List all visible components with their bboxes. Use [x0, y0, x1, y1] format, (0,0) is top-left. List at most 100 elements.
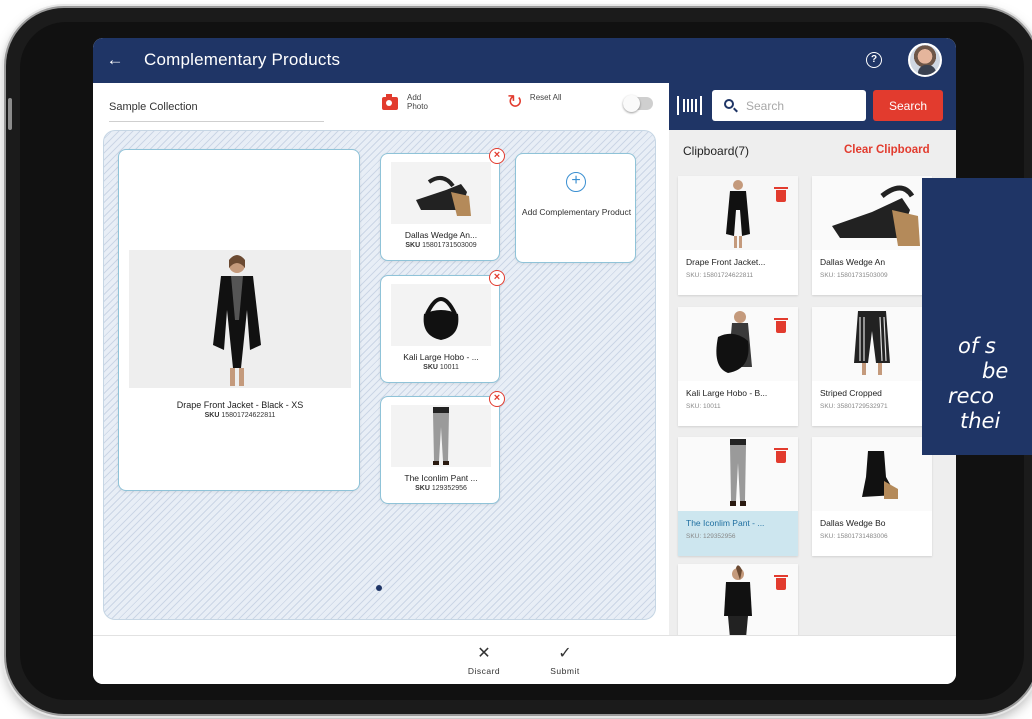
discard-button[interactable]: ✕ Discard [461, 645, 507, 677]
sku-value: 15801731503009 [422, 242, 477, 249]
pant-image [391, 405, 491, 467]
clipboard-item[interactable] [678, 564, 798, 635]
plus-circle-icon: + [566, 172, 586, 192]
trash-icon[interactable] [774, 575, 788, 590]
remove-icon[interactable]: × [489, 148, 505, 164]
complementary-card[interactable]: The Iconlim Pant ... SKU 129352956 × [380, 391, 505, 504]
clipboard-item-name: The Iconlim Pant - ... [686, 518, 765, 528]
clipboard-item[interactable]: Kali Large Hobo - B... SKU: 10011 [678, 307, 798, 426]
tablet-side-button [8, 98, 12, 130]
pant-svg [391, 405, 491, 467]
clipboard-panel: Clipboard(7) Clear Clipboard Drape Front… [669, 130, 956, 635]
add-photo-button[interactable]: Add Photo [382, 93, 441, 111]
trash-icon[interactable] [774, 187, 788, 202]
hobo-bag-image [391, 284, 491, 346]
toggle-knob [623, 95, 640, 112]
app-screen: ← Complementary Products ? Sample Collec… [93, 38, 956, 684]
clipboard-item-sku: SKU: 15801731483006 [820, 533, 888, 540]
product-canvas: Drape Front Jacket - Black - XS SKU 1580… [103, 130, 656, 620]
overlay-text-line: thei [960, 409, 1001, 433]
trash-icon[interactable] [774, 448, 788, 463]
wedge-sandal-svg [391, 162, 491, 224]
camera-icon [382, 94, 398, 110]
clipboard-item-name: Dallas Wedge Bo [820, 518, 886, 528]
clipboard-item-selected[interactable]: The Iconlim Pant - ... SKU: 129352956 [678, 437, 798, 556]
complementary-sku: SKU 129352956 [385, 485, 497, 492]
view-toggle[interactable] [623, 95, 653, 112]
collection-name-field[interactable]: Sample Collection [109, 101, 324, 122]
wedge-sandal-image [391, 162, 491, 224]
app-bar: ← Complementary Products ? [93, 38, 956, 83]
overlay-text-line: reco [948, 384, 994, 408]
main-product-photo [129, 250, 351, 388]
refresh-icon: ↻ [507, 92, 523, 113]
clipboard-item-name: Kali Large Hobo - B... [686, 388, 768, 398]
submit-label: Submit [550, 666, 580, 676]
clipboard-item[interactable]: Dallas Wedge Bo SKU: 15801731483006 [812, 437, 932, 556]
overlay-text-line: of s [958, 334, 996, 358]
reset-all-label: Reset All [529, 93, 562, 102]
sku-label: SKU [204, 412, 220, 419]
main-product-card[interactable]: Drape Front Jacket - Black - XS SKU 1580… [118, 149, 360, 491]
avatar[interactable] [908, 43, 942, 77]
promo-overlay-panel: of s be reco thei [922, 178, 1032, 455]
complementary-card[interactable]: Dallas Wedge An... SKU 15801731503009 × [380, 148, 505, 261]
clipboard-item[interactable]: Dallas Wedge An SKU: 15801731503009 [812, 176, 932, 295]
discard-label: Discard [467, 666, 501, 676]
clipboard-item-sku: SKU: 15801731503009 [820, 272, 888, 279]
complementary-name: Kali Large Hobo - ... [403, 352, 479, 362]
clipboard-item[interactable]: Drape Front Jacket... SKU: 1580172462281… [678, 176, 798, 295]
trash-icon[interactable] [774, 318, 788, 333]
sku-label: SKU [405, 242, 421, 249]
wedge-sandal-image [812, 176, 932, 250]
clipboard-item-name: Drape Front Jacket... [686, 257, 766, 267]
search-input[interactable] [746, 97, 858, 115]
submit-button[interactable]: ✓ Submit [542, 645, 588, 677]
checkmark-icon: ✓ [558, 645, 572, 662]
search-icon [724, 99, 734, 109]
wedge-bootie-image [812, 437, 932, 511]
clear-clipboard-button[interactable]: Clear Clipboard [844, 144, 930, 156]
wedge-sandal-svg [812, 176, 932, 250]
complementary-card[interactable]: Kali Large Hobo - ... SKU 10011 × [380, 270, 505, 383]
complementary-sku: SKU 10011 [385, 364, 497, 371]
complementary-sku: SKU 15801731503009 [385, 242, 497, 249]
remove-icon[interactable]: × [489, 270, 505, 286]
page-title: Complementary Products [144, 50, 341, 69]
overlay-text-line: be [982, 359, 1009, 383]
wedge-bootie-svg [812, 437, 932, 511]
action-bar: ✕ Discard ✓ Submit [93, 635, 956, 684]
main-product-sku: SKU 15801724622811 [119, 412, 361, 419]
reset-all-button[interactable]: ↻ Reset All [507, 93, 564, 112]
striped-cropped-pant-image [812, 307, 932, 381]
search-button[interactable]: Search [873, 90, 943, 121]
clipboard-item[interactable]: Striped Cropped SKU: 35801729532971 [812, 307, 932, 426]
clipboard-item-name: Striped Cropped [820, 388, 882, 398]
striped-pant-svg [812, 307, 932, 381]
clipboard-title: Clipboard(7) [683, 144, 750, 158]
close-icon: ✕ [477, 645, 491, 662]
search-bar: Search [669, 83, 956, 130]
sku-value: 129352956 [431, 485, 467, 492]
sku-label: SKU [415, 485, 430, 492]
add-complementary-label: Add Complementary Product [521, 207, 632, 217]
add-complementary-product-button[interactable]: + Add Complementary Product [515, 153, 636, 263]
clipboard-item-sku: SKU: 15801724622811 [686, 272, 754, 279]
clipboard-item-sku: SKU: 35801729532971 [820, 403, 888, 410]
clipboard-item-sku: SKU: 129352956 [686, 533, 736, 540]
search-box[interactable] [712, 90, 866, 121]
clipboard-item-sku: SKU: 10011 [686, 403, 721, 410]
remove-icon[interactable]: × [489, 391, 505, 407]
main-product-name: Drape Front Jacket - Black - XS [176, 400, 304, 410]
help-icon[interactable]: ? [866, 52, 882, 68]
sku-value: 10011 [439, 364, 459, 371]
jacket-model-image [129, 250, 351, 388]
barcode-icon[interactable] [677, 96, 702, 115]
complementary-name: The Iconlim Pant ... [404, 473, 478, 483]
pagination-dot[interactable] [376, 585, 382, 591]
back-arrow-icon[interactable]: ← [105, 50, 125, 70]
add-photo-label: Add Photo [407, 93, 428, 111]
sku-value: 15801724622811 [221, 412, 276, 419]
complementary-name: Dallas Wedge An... [404, 230, 478, 240]
hobo-bag-svg [391, 284, 491, 346]
